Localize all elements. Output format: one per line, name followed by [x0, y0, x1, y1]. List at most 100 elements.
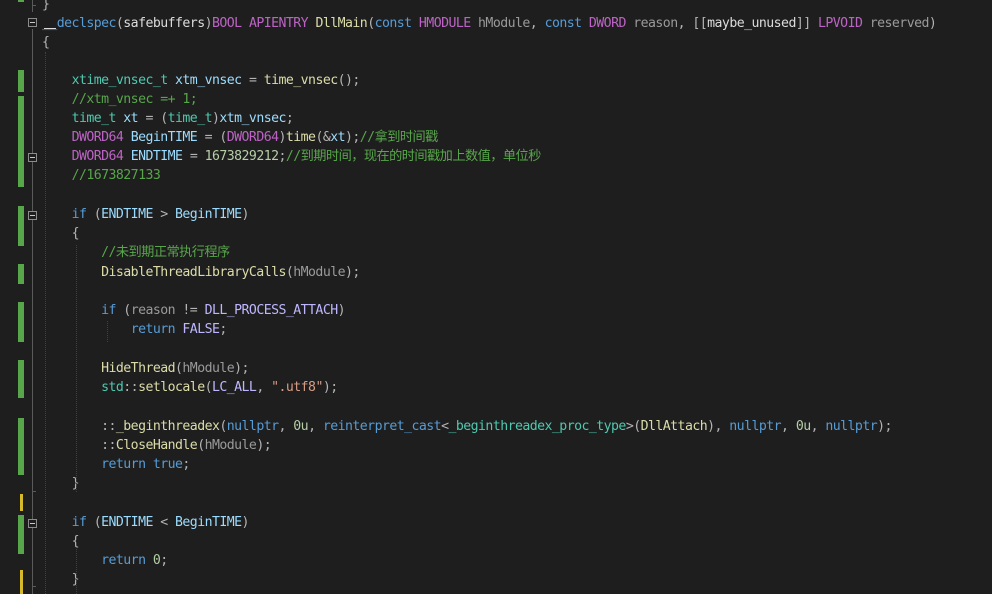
code-line[interactable]: return true; — [42, 455, 992, 474]
code-line[interactable]: //xtm_vnsec =+ 1; — [42, 90, 992, 109]
outline-end-marker — [32, 586, 36, 587]
code-line[interactable]: //未到期正常执行程序 — [42, 243, 992, 262]
code-token: const — [374, 16, 413, 31]
code-editor[interactable]: } __declspec(safebuffers)BOOL APIENTRY Dl… — [0, 0, 992, 594]
code-line[interactable]: time_t xt = (time_t)xtm_vnsec; — [42, 109, 992, 128]
code-token: , — [278, 419, 287, 434]
code-line[interactable]: ::CloseHandle(hModule); — [42, 436, 992, 455]
code-token: if — [71, 515, 87, 530]
code-token: true — [152, 457, 183, 472]
indent-guide — [76, 549, 77, 594]
code-line[interactable]: //1673827133 — [42, 166, 992, 185]
code-token: time_t — [71, 111, 117, 126]
code-line[interactable]: DisableThreadLibraryCalls(hModule); — [42, 263, 992, 282]
code-line[interactable]: if (ENDTIME > BeginTIME) — [42, 205, 992, 224]
code-token: return — [130, 322, 176, 337]
collapse-toggle-icon[interactable] — [28, 211, 37, 220]
code-token: ); — [322, 380, 338, 395]
code-token: (& — [315, 130, 331, 145]
code-line[interactable]: xtime_vnsec_t xtm_vnsec = time_vnsec(); — [42, 71, 992, 90]
code-token: ); — [234, 361, 249, 376]
code-line[interactable]: if (ENDTIME < BeginTIME) — [42, 513, 992, 532]
code-line[interactable] — [42, 340, 992, 359]
saved-change-marker — [18, 96, 24, 187]
outline-guide-line — [32, 29, 33, 594]
code-line[interactable]: return 0; — [42, 551, 992, 570]
code-token: { — [71, 534, 80, 549]
code-token: _beginthreadex — [115, 419, 220, 434]
code-token: time_t — [167, 111, 213, 126]
code-token: = — [145, 111, 153, 126]
code-token: DLL_PROCESS_ATTACH — [204, 303, 339, 318]
collapse-toggle-icon[interactable] — [28, 519, 37, 528]
code-line[interactable]: if (reason != DLL_PROCESS_ATTACH) — [42, 301, 992, 320]
code-line[interactable]: } — [42, 474, 992, 493]
code-token: ( — [197, 438, 205, 453]
outlining-margin[interactable] — [24, 0, 44, 594]
code-token: BeginTIME — [175, 515, 242, 530]
collapse-toggle-icon[interactable] — [28, 153, 37, 162]
code-line[interactable] — [42, 397, 992, 416]
code-line[interactable]: HideThread(hModule); — [42, 359, 992, 378]
code-line[interactable]: ::_beginthreadex(nullptr, 0u, reinterpre… — [42, 417, 992, 436]
saved-change-marker — [18, 515, 24, 554]
code-token: //到期时间，现在的时间戳加上数值，单位秒 — [285, 149, 541, 164]
saved-change-marker — [18, 70, 24, 92]
code-line[interactable]: { — [42, 224, 992, 243]
saved-change-marker — [18, 206, 24, 246]
code-token: 0u — [293, 419, 309, 434]
code-token: nullptr — [226, 419, 279, 434]
code-token: , — [677, 16, 686, 31]
code-token: reserved — [869, 16, 930, 31]
code-line[interactable]: { — [42, 532, 992, 551]
code-line[interactable]: } — [42, 570, 992, 589]
code-line[interactable] — [42, 494, 992, 513]
code-line[interactable]: DWORD64 ENDTIME = 1673829212;//到期时间，现在的时… — [42, 147, 992, 166]
code-line[interactable] — [42, 52, 992, 71]
code-token: (); — [337, 73, 361, 88]
code-line[interactable]: __declspec(safebuffers)BOOL APIENTRY Dll… — [42, 14, 992, 33]
saved-change-marker — [18, 360, 24, 398]
code-line[interactable]: return FALSE; — [42, 320, 992, 339]
code-token: } — [42, 0, 50, 12]
code-line[interactable]: { — [42, 33, 992, 52]
code-line[interactable]: } — [42, 0, 992, 14]
code-token: ), — [707, 419, 722, 434]
code-token: BeginTIME — [130, 130, 198, 145]
saved-change-marker — [18, 418, 24, 475]
code-line[interactable] — [42, 282, 992, 301]
code-area[interactable]: } __declspec(safebuffers)BOOL APIENTRY Dl… — [42, 0, 992, 594]
code-token: ( — [160, 111, 168, 126]
code-token: return — [101, 553, 146, 568]
code-token: ( — [123, 303, 131, 318]
code-line[interactable]: std::setlocale(LC_ALL, ".utf8"); — [42, 378, 992, 397]
code-token: ( — [367, 16, 375, 31]
code-token: HMODULE — [418, 16, 471, 31]
collapse-toggle-icon[interactable] — [28, 18, 37, 27]
code-line[interactable] — [42, 186, 992, 205]
code-token: reason — [633, 16, 678, 31]
code-token: 0u — [795, 419, 811, 434]
code-token: ); — [256, 438, 272, 453]
unsaved-change-marker — [20, 494, 23, 511]
code-token: ) — [278, 130, 287, 145]
code-token: { — [42, 35, 50, 50]
outline-guide-line — [32, 0, 33, 12]
code-line[interactable]: DWORD64 BeginTIME = (DWORD64)time(&xt);/… — [42, 128, 992, 147]
